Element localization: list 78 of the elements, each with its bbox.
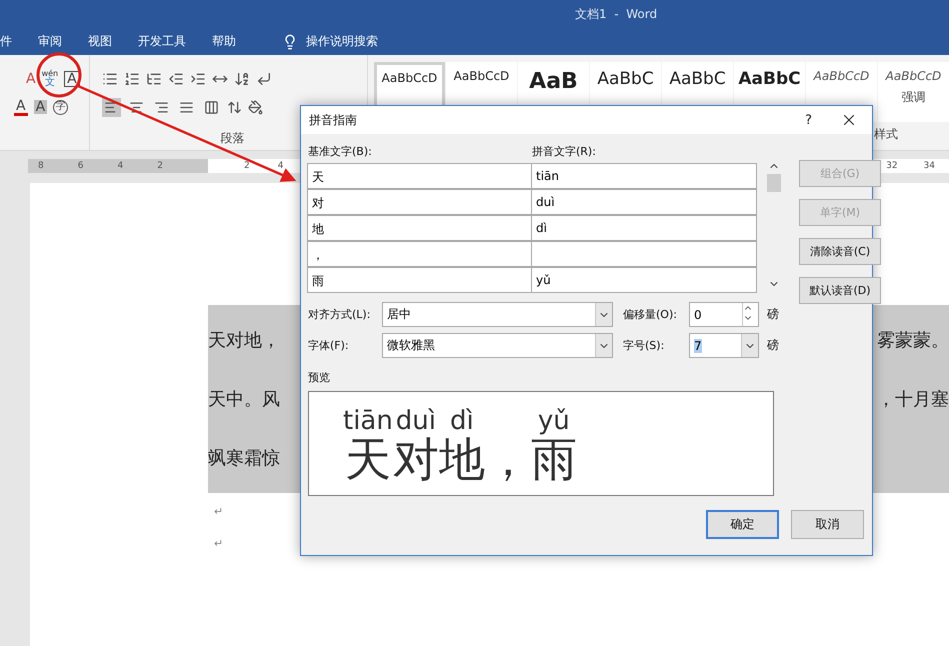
align-icon — [154, 100, 169, 114]
base-text-field[interactable]: 天 — [307, 163, 532, 189]
highlight-circle — [36, 52, 82, 98]
ruby-character: dì 地 — [438, 406, 485, 488]
style-item[interactable]: AaBbCcD 强调 — [878, 62, 949, 122]
align-icon — [128, 100, 144, 114]
tell-me-search[interactable]: 操作说明搜索 — [306, 33, 378, 50]
menu-tab[interactable]: 件 — [0, 33, 12, 50]
char-border-icon[interactable]: A — [64, 71, 80, 87]
pinyin-field[interactable]: yǔ — [531, 267, 757, 293]
window-title: 文档1 - Word — [575, 6, 658, 22]
menu-tab[interactable]: 开发工具 — [138, 33, 186, 50]
increase-indent-icon[interactable] — [190, 71, 206, 87]
column-label: 拼音文字(R): — [532, 144, 597, 159]
numbering-icon[interactable] — [124, 71, 140, 87]
pinyin-field[interactable]: tiān — [531, 163, 757, 189]
document-text: 飒寒霜惊 — [208, 446, 280, 470]
font-dropdown[interactable]: 微软雅黑 — [382, 333, 613, 358]
ruler-number: 2 — [244, 161, 250, 171]
bullets-icon[interactable] — [102, 71, 118, 87]
ruby-character: tiān 天 — [343, 406, 393, 488]
document-text: 雾蒙蒙。 — [877, 329, 949, 352]
base-text-field[interactable]: ， — [307, 241, 532, 267]
dialog-button[interactable]: 清除读音(C) — [799, 238, 881, 265]
scroll-thumb[interactable] — [767, 174, 781, 192]
decrease-indent-icon[interactable] — [168, 71, 184, 87]
ruby-character: ， — [484, 431, 531, 488]
multilevel-list-icon[interactable] — [146, 71, 162, 87]
field-label: 字号(S): — [623, 338, 666, 353]
menu-tab[interactable]: 帮助 — [212, 33, 236, 50]
pinyin-field[interactable] — [531, 241, 757, 267]
pinyin-field[interactable]: duì — [531, 189, 757, 215]
ok-button[interactable]: 确定 — [706, 510, 779, 539]
dialog-title: 拼音指南 — [309, 112, 357, 128]
ruler-number: 6 — [78, 161, 84, 171]
ruler-number: 4 — [278, 161, 284, 171]
column-label: 基准文字(B): — [308, 144, 373, 159]
ruler-number: 32 — [886, 161, 898, 171]
alignment-dropdown[interactable]: 居中 — [382, 302, 613, 327]
menu-tab[interactable]: 视图 — [88, 33, 112, 50]
base-text-field[interactable]: 雨 — [307, 267, 532, 293]
offset-spinner[interactable]: 0 — [689, 302, 759, 327]
menu-tab[interactable]: 审阅 — [38, 33, 62, 50]
sort-icon[interactable] — [234, 71, 250, 87]
base-text-field[interactable]: 地 — [307, 215, 532, 241]
field-label: 字体(F): — [308, 338, 350, 353]
field-label: 偏移量(O): — [623, 307, 678, 322]
cancel-button[interactable]: 取消 — [791, 510, 864, 539]
enclose-char-icon[interactable]: 字 — [53, 100, 68, 114]
show-marks-icon[interactable] — [256, 71, 272, 87]
ruby-character: duì 对 — [392, 406, 439, 488]
shading-icon[interactable] — [248, 100, 263, 114]
preview-label: 预览 — [308, 370, 331, 385]
unit-label: 磅 — [767, 306, 779, 323]
align-icon — [178, 100, 194, 114]
group-label: 样式 — [874, 126, 899, 143]
paragraph-mark: ↵ — [214, 505, 224, 520]
clear-format-icon[interactable]: A — [26, 72, 36, 86]
dialog-button[interactable]: 默认读音(D) — [799, 277, 881, 304]
document-text: 天对地， — [208, 329, 280, 352]
pinyin-field[interactable]: dì — [531, 215, 757, 241]
ruby-character: yǔ 雨 — [530, 406, 577, 488]
line-spacing-icon[interactable] — [226, 100, 242, 114]
document-text: ，十月塞 — [877, 388, 949, 411]
field-label: 对齐方式(L): — [308, 307, 372, 322]
ruler-number: 34 — [924, 161, 935, 171]
unit-label: 磅 — [767, 337, 779, 354]
ruler-number: 8 — [38, 161, 44, 171]
char-shading-icon[interactable]: A — [34, 100, 48, 114]
paragraph-mark: ↵ — [214, 537, 224, 552]
ruler-number: 4 — [117, 161, 124, 171]
base-text-field[interactable]: 对 — [307, 189, 532, 215]
phonetic-guide-icon[interactable]: wén 文 — [42, 70, 58, 88]
size-dropdown[interactable]: 7 — [689, 333, 759, 358]
ruler-number: 2 — [157, 161, 163, 171]
group-label: 段落 — [220, 130, 244, 147]
align-icon — [204, 100, 219, 114]
document-text: 天中。风 — [208, 388, 280, 411]
